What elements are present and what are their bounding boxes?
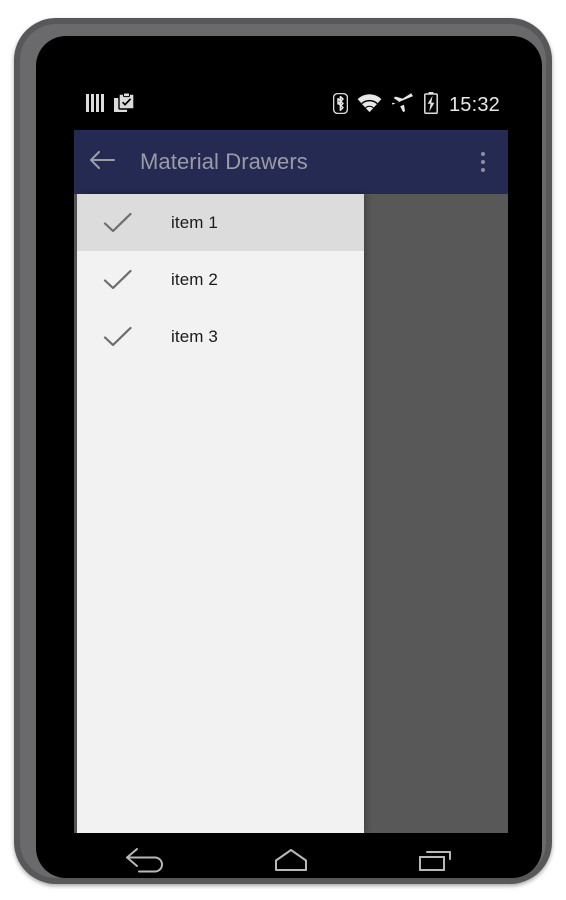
airplane-mode-icon <box>391 92 415 119</box>
home-nav-button[interactable] <box>246 833 336 878</box>
drawer-item-2[interactable]: item 2 <box>77 251 364 308</box>
check-icon <box>103 268 149 292</box>
drawer-item-label: item 3 <box>171 326 218 346</box>
drawer-item-label: item 1 <box>171 212 218 232</box>
bluetooth-icon <box>332 92 349 119</box>
back-nav-button[interactable] <box>101 833 191 878</box>
overflow-menu-icon-dot3 <box>481 168 485 172</box>
status-bar-clock: 15:32 <box>448 94 500 116</box>
drawer-item-3[interactable]: item 3 <box>77 308 364 365</box>
overflow-menu-icon-dot2 <box>481 160 485 164</box>
status-bar-right-icons: 15:32 <box>332 92 500 119</box>
device-frame: 15:32 Material Drawers item 1 item 2 ite… <box>14 18 552 884</box>
screen-content: 15:32 Material Drawers item 1 item 2 ite… <box>74 81 508 878</box>
navigation-drawer: item 1 item 2 item 3 <box>77 194 364 833</box>
back-arrow-icon <box>124 846 168 879</box>
arrow-back-icon <box>89 149 116 176</box>
overflow-menu-button[interactable] <box>458 130 508 194</box>
home-icon <box>269 846 313 879</box>
device-bezel: 15:32 Material Drawers item 1 item 2 ite… <box>20 24 546 878</box>
clipboard-check-icon <box>114 92 136 119</box>
status-bar-left-icons <box>86 92 136 119</box>
navigation-bar <box>74 833 508 878</box>
drawer-item-1[interactable]: item 1 <box>77 194 364 251</box>
device-screen: 15:32 Material Drawers item 1 item 2 ite… <box>36 36 542 878</box>
wifi-icon <box>357 93 382 118</box>
check-icon <box>103 211 149 235</box>
content-area: item 1 item 2 item 3 <box>74 194 508 833</box>
drawer-item-label: item 2 <box>171 269 218 289</box>
recents-nav-button[interactable] <box>391 833 481 878</box>
recents-icon <box>414 846 458 879</box>
overflow-menu-icon <box>481 152 485 156</box>
app-bar: Material Drawers <box>74 130 508 194</box>
back-button[interactable] <box>74 130 130 194</box>
sim-bars-icon <box>86 93 104 118</box>
battery-charging-icon <box>423 92 438 119</box>
page-title: Material Drawers <box>140 149 308 174</box>
status-bar: 15:32 <box>74 81 508 130</box>
check-icon <box>103 325 149 349</box>
